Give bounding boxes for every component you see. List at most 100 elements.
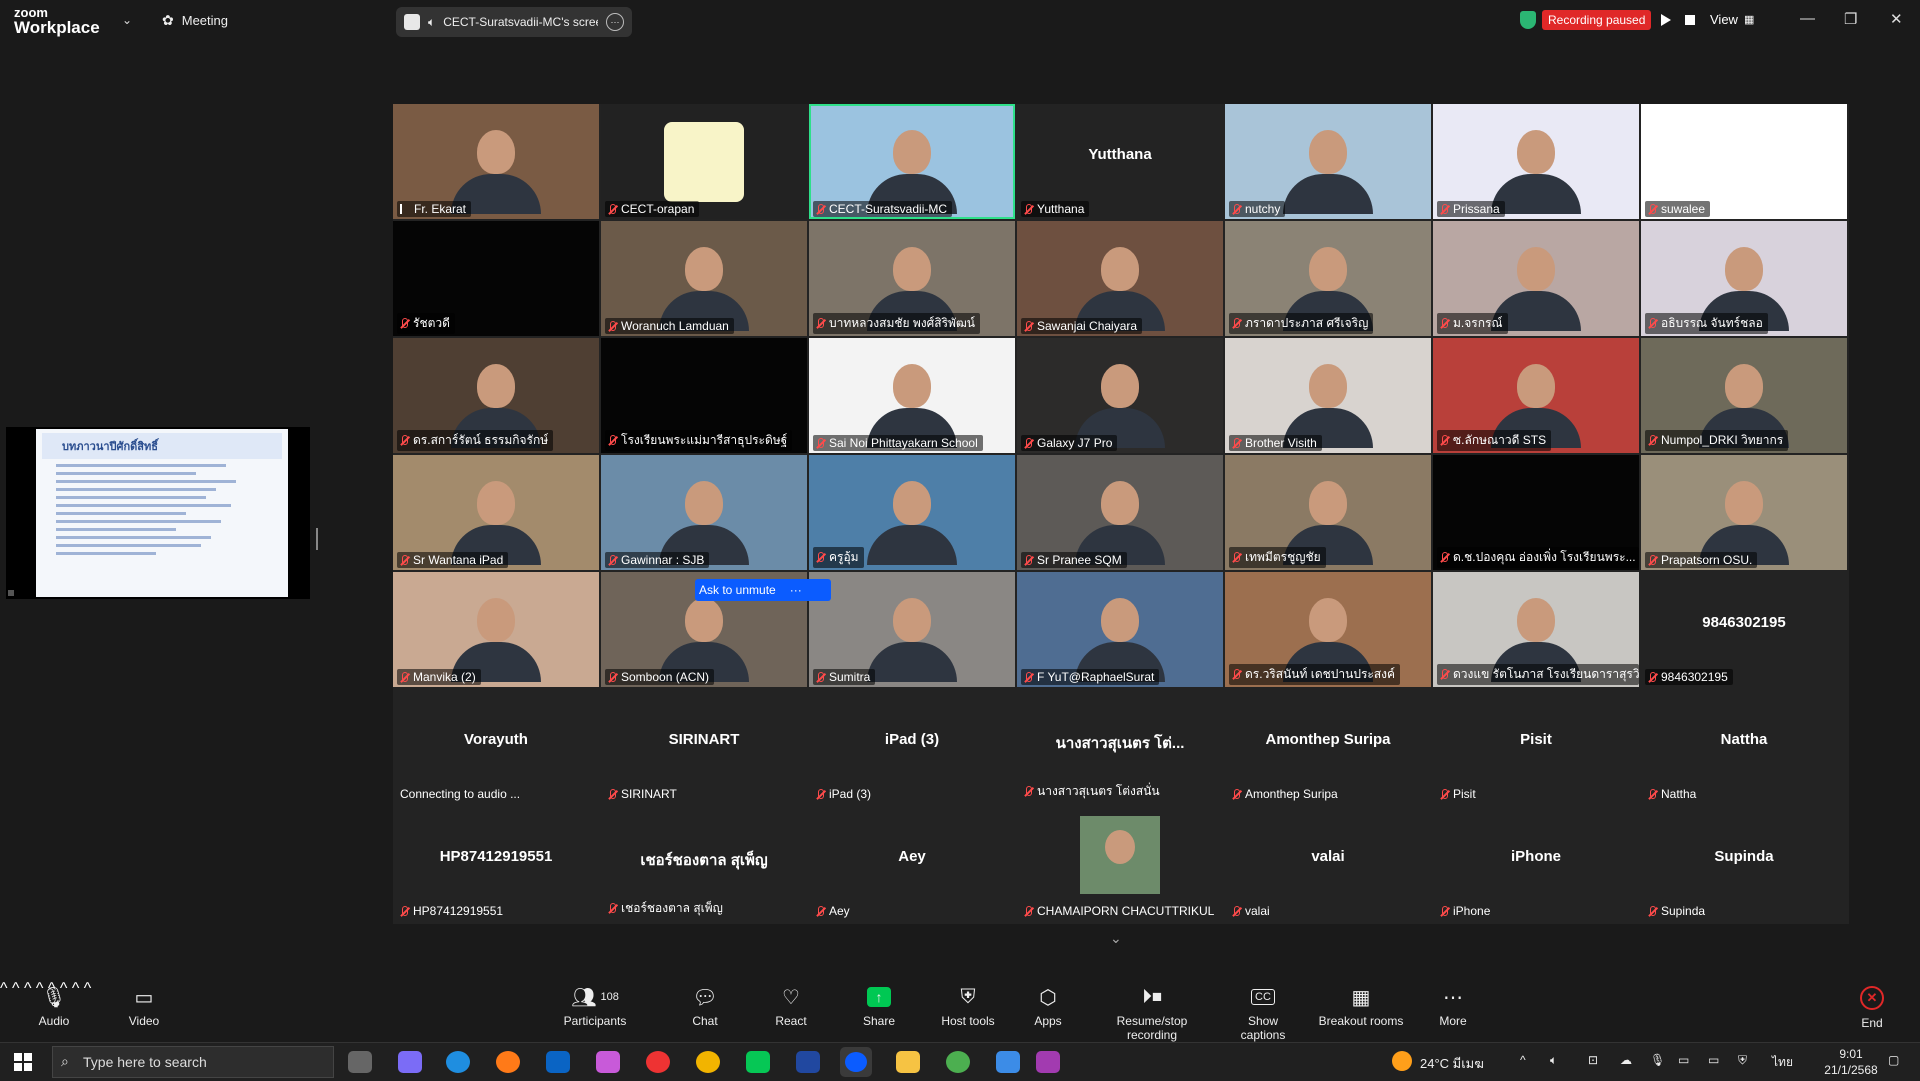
language-indicator[interactable]: ไทย (1772, 1053, 1793, 1072)
outlook-icon[interactable] (546, 1051, 570, 1073)
video-tile[interactable]: เทพมีตรชูญชัย (1225, 455, 1431, 570)
app-icon[interactable] (1036, 1051, 1060, 1073)
video-tile[interactable]: Galaxy J7 Pro (1017, 338, 1223, 453)
name-only-tile[interactable]: CHAMAIPORN CHACUTTRIKUL (1017, 806, 1223, 921)
video-tile[interactable]: ม.จรกรณ์ (1433, 221, 1639, 336)
video-tile[interactable]: ครูอุ้ม (809, 455, 1015, 570)
video-tile[interactable]: ดวงแข รัตโนภาส โรงเรียนดาราสุรวิทยา (1433, 572, 1639, 687)
name-only-tile[interactable]: Aey Aey (809, 806, 1015, 921)
chevron-down-icon[interactable]: ⌄ (122, 13, 132, 27)
name-only-tile[interactable]: Amonthep Suripa Amonthep Suripa (1225, 689, 1431, 804)
windows-start-icon[interactable] (14, 1053, 32, 1071)
video-tile[interactable]: บาทหลวงสมชัย พงศ์สิริพัฒน์ (809, 221, 1015, 336)
video-tile[interactable]: โรงเรียนพระแม่มารีสาธุประดิษฐ์ (601, 338, 807, 453)
resume-stop-recording-button[interactable]: ⏵⏹ Resume/stop recording (1090, 984, 1214, 1043)
app-icon[interactable] (796, 1051, 820, 1073)
photos-icon[interactable] (996, 1051, 1020, 1073)
notifications-icon[interactable]: ▢ (1888, 1053, 1899, 1067)
edge-icon[interactable] (446, 1051, 470, 1073)
video-tile[interactable]: Sumitra (809, 572, 1015, 687)
meeting-menu[interactable]: ✿ Meeting (162, 12, 228, 29)
video-tile[interactable]: ด.ช.ปองคุณ อ่องเพิ่ง โรงเรียนพระ... (1433, 455, 1639, 570)
video-tile[interactable]: CECT-orapan (601, 104, 807, 219)
video-tile[interactable]: Fr. Ekarat (393, 104, 599, 219)
close-button[interactable]: ✕ (1890, 10, 1903, 28)
end-button[interactable]: ✕ End (1858, 984, 1886, 1030)
video-tile[interactable]: Sawanjai Chaiyara (1017, 221, 1223, 336)
video-tile[interactable]: ดร.วริสนันท์ เดชปานประสงค์ (1225, 572, 1431, 687)
office-icon[interactable] (596, 1051, 620, 1073)
chat-button[interactable]: 💬︎ Chat (690, 984, 720, 1029)
video-tile[interactable]: Prapatsorn OSU. (1641, 455, 1847, 570)
video-tile[interactable]: Yutthana Yutthana (1017, 104, 1223, 219)
video-tile[interactable]: nutchy (1225, 104, 1431, 219)
video-tile[interactable]: ภราดาประภาส ศรีเจริญ (1225, 221, 1431, 336)
video-tile[interactable]: Brother Visith (1225, 338, 1431, 453)
security-icon[interactable]: ⛨ (1738, 1053, 1747, 1068)
video-tile[interactable]: Woranuch Lamduan (601, 221, 807, 336)
monitor-icon[interactable]: ▭ (1708, 1053, 1719, 1067)
video-tile[interactable]: Sai Noi Phittayakarn School (809, 338, 1015, 453)
video-tile[interactable]: 9846302195 9846302195 (1641, 572, 1847, 687)
name-only-tile[interactable]: SIRINART SIRINART (601, 689, 807, 804)
volume-icon[interactable]: 🔈︎ (1550, 1053, 1557, 1068)
show-captions-button[interactable]: CC Show captions (1224, 984, 1302, 1042)
name-only-tile[interactable]: valai valai (1225, 806, 1431, 921)
name-only-tile[interactable]: HP87412919551 HP87412919551 (393, 806, 599, 921)
breakout-rooms-button[interactable]: ▦ Breakout rooms (1318, 984, 1404, 1029)
name-only-tile[interactable]: Pisit Pisit (1433, 689, 1639, 804)
screen-share-indicator[interactable]: 🔈︎ CECT-Suratsvadii-MC's screen ··· (396, 7, 632, 37)
video-button[interactable]: ▭ Video (124, 984, 164, 1029)
line-icon[interactable] (746, 1051, 770, 1073)
scroll-down-chevron-icon[interactable]: ⌄ (1110, 930, 1122, 947)
copilot-icon[interactable] (398, 1051, 422, 1073)
participants-button[interactable]: 👥︎ 108 Participants (560, 984, 630, 1029)
taskbar-search-input[interactable]: ⌕ Type here to search (52, 1046, 334, 1078)
device-icon[interactable]: ▭ (1678, 1053, 1689, 1067)
video-tile[interactable]: Prissana (1433, 104, 1639, 219)
video-tile[interactable]: Numpol_DRKI วิทยากร (1641, 338, 1847, 453)
file-explorer-icon[interactable] (896, 1051, 920, 1073)
video-tile[interactable]: Sr Wantana iPad (393, 455, 599, 570)
video-tile[interactable]: อธิบรรณ จันทร์ชลอ (1641, 221, 1847, 336)
name-only-tile[interactable]: iPhone iPhone (1433, 806, 1639, 921)
onedrive-icon[interactable]: ☁ (1620, 1053, 1632, 1067)
tray-chevron-icon[interactable]: ^ (1520, 1053, 1526, 1067)
shared-screen-panel[interactable]: บทภาวนาปีศักดิ์สิทธิ์ (6, 427, 310, 599)
speaker-icon[interactable]: 🔈︎ (428, 15, 435, 30)
name-only-tile[interactable]: เชอร์ชองตาล สุเพ็ญ เชอร์ชองตาล สุเพ็ญ (601, 806, 807, 921)
panel-resize-handle[interactable] (316, 528, 318, 550)
chrome-icon[interactable] (696, 1051, 720, 1073)
audio-options-caret[interactable]: ^ (0, 980, 8, 997)
video-tile[interactable]: suwalee (1641, 104, 1847, 219)
name-only-tile[interactable]: iPad (3) iPad (3) (809, 689, 1015, 804)
name-only-tile[interactable]: Supinda Supinda (1641, 806, 1847, 921)
more-icon[interactable]: ··· (606, 13, 624, 31)
captions-caret[interactable]: ^ (84, 980, 92, 997)
microphone-icon[interactable]: 🎙︎ (1650, 1053, 1665, 1067)
video-tile[interactable]: รัชตวดี (393, 221, 599, 336)
name-only-tile[interactable]: Nattha Nattha (1641, 689, 1847, 804)
video-tile[interactable]: F YuT@RaphaelSurat (1017, 572, 1223, 687)
video-tile[interactable]: ดร.สการ์รัตน์ ธรรมกิจรักษ์ (393, 338, 599, 453)
resume-recording-icon[interactable] (1661, 14, 1672, 26)
name-only-tile[interactable]: Vorayuth Connecting to audio ... (393, 689, 599, 804)
minimize-button[interactable]: — (1800, 10, 1815, 27)
react-button[interactable]: ♡ React (774, 984, 808, 1029)
restore-button[interactable]: ❐ (1844, 10, 1857, 28)
video-tile[interactable]: Manvika (2) (393, 572, 599, 687)
zoom-taskbar-icon[interactable] (840, 1047, 872, 1077)
video-options-caret[interactable]: ^ (12, 980, 20, 997)
video-tile[interactable]: CECT-Suratsvadii-MC (809, 104, 1015, 219)
view-button[interactable]: View ▦ (1710, 12, 1754, 27)
name-only-tile[interactable]: นางสาวสุเนตร โต่... นางสาวสุเนตร โต่งสนั่… (1017, 689, 1223, 804)
clock[interactable]: 9:01 21/1/2568 (1824, 1046, 1878, 1078)
network-icon[interactable]: ⊡ (1588, 1053, 1598, 1067)
weather-text[interactable]: 24°C มีเมฆ (1420, 1053, 1484, 1074)
share-button[interactable]: ↑ Share (862, 984, 896, 1028)
video-tile[interactable]: ซ.ลักษณาวดี STS (1433, 338, 1639, 453)
chrome-icon[interactable] (946, 1051, 970, 1073)
audio-button[interactable]: 🎙︎ Audio (34, 984, 74, 1029)
ask-to-unmute-button[interactable]: Ask to unmute ··· (695, 579, 831, 601)
stop-recording-icon[interactable] (1685, 15, 1696, 25)
